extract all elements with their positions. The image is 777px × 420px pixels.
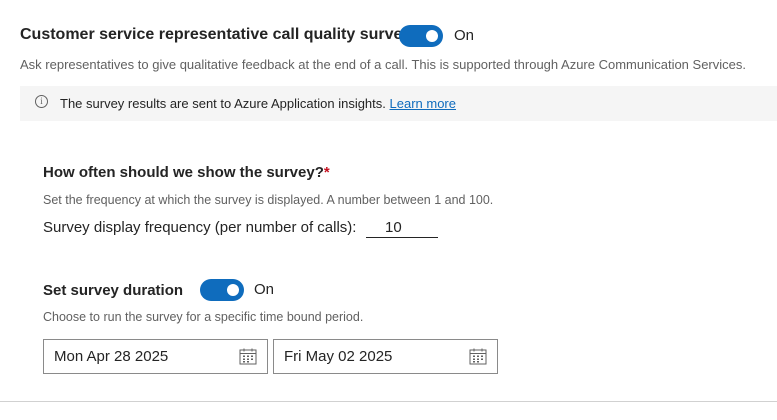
required-asterisk: * (323, 164, 330, 181)
calendar-icon[interactable] (239, 348, 257, 365)
frequency-input[interactable] (366, 218, 438, 238)
frequency-description: Set the frequency at which the survey is… (43, 193, 494, 207)
frequency-heading: How often should we show the survey?* (43, 164, 330, 181)
toggle-knob (426, 30, 438, 42)
end-date-picker[interactable]: Fri May 02 2025 (273, 339, 498, 374)
frequency-label: Survey display frequency (per number of … (43, 219, 357, 236)
start-date-value: Mon Apr 28 2025 (54, 348, 169, 365)
duration-heading: Set survey duration (43, 282, 184, 299)
duration-description: Choose to run the survey for a specific … (43, 310, 364, 324)
toggle-knob (227, 284, 239, 296)
info-message: The survey results are sent to Azure App… (60, 96, 386, 111)
survey-description: Ask representatives to give qualitative … (20, 57, 746, 72)
survey-enable-toggle[interactable] (399, 25, 443, 47)
survey-toggle-label: On (454, 27, 475, 44)
info-icon: i (35, 95, 48, 108)
learn-more-link[interactable]: Learn more (390, 96, 456, 111)
bottom-divider (0, 401, 777, 402)
survey-title: Customer service representative call qua… (20, 26, 412, 43)
calendar-icon[interactable] (469, 348, 487, 365)
start-date-picker[interactable]: Mon Apr 28 2025 (43, 339, 268, 374)
info-text-container: The survey results are sent to Azure App… (60, 96, 456, 111)
duration-toggle-label: On (254, 281, 275, 298)
duration-toggle[interactable] (200, 279, 244, 301)
frequency-heading-text: How often should we show the survey? (43, 164, 324, 181)
end-date-value: Fri May 02 2025 (284, 348, 393, 365)
info-message-bar: i The survey results are sent to Azure A… (20, 86, 777, 121)
